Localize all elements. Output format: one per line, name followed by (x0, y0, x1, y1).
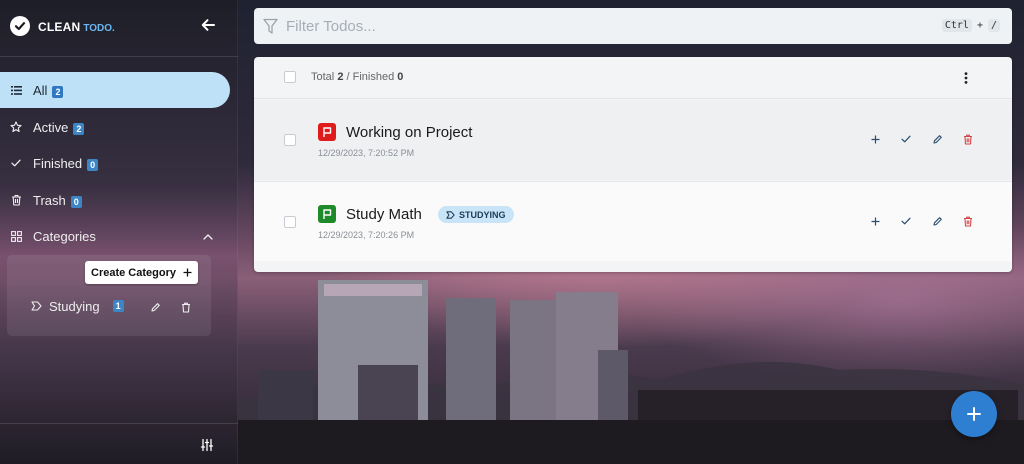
plus-icon (871, 217, 879, 225)
more-options-button[interactable] (959, 69, 973, 87)
count-badge: 2 (52, 85, 64, 98)
count-badge: 0 (87, 158, 99, 171)
add-subtask-button[interactable] (868, 214, 882, 228)
sidebar-item-trash[interactable]: Trash 0 (0, 182, 230, 218)
collapse-sidebar-button[interactable] (199, 16, 217, 34)
todo-checkbox[interactable] (284, 134, 296, 146)
categories-toggle[interactable]: Categories (0, 218, 230, 254)
delete-button[interactable] (961, 132, 975, 146)
todo-item[interactable]: Study Math STUDYING 12/29/2023, 7:20:26 … (254, 181, 1012, 261)
sidebar-item-label: Active (33, 119, 69, 135)
category-tag-label: STUDYING (459, 209, 506, 220)
sidebar-item-label: Finished (33, 155, 83, 171)
star-icon (9, 120, 23, 134)
arrow-left-icon (201, 19, 215, 31)
todo-list-panel: Total 2 / Finished 0 Working on Project … (254, 57, 1012, 272)
edit-category-button[interactable] (148, 300, 162, 314)
filter-bar: Ctrl + / (254, 8, 1012, 44)
brand-accent: TODO. (83, 22, 115, 34)
label-icon (31, 301, 42, 311)
todo-list-header: Total 2 / Finished 0 (254, 57, 1012, 99)
todo-item[interactable]: Working on Project 12/29/2023, 7:20:52 P… (254, 100, 1012, 180)
trash-icon (964, 216, 972, 227)
keyboard-shortcut-hint: Ctrl + / (941, 19, 1000, 32)
todo-stats: Total 2 / Finished 0 (311, 71, 403, 83)
sidebar-item-label: All (33, 82, 48, 98)
sidebar-item-finished[interactable]: Finished 0 (0, 145, 230, 181)
list-icon (9, 83, 23, 97)
filter-icon (263, 18, 278, 34)
trash-icon (182, 302, 190, 313)
category-item-studying[interactable]: Studying 1 (31, 297, 124, 315)
count-badge: 0 (70, 195, 82, 208)
city-skyline-image (238, 280, 1024, 464)
priority-flag-icon (318, 205, 336, 223)
more-vertical-icon (964, 72, 968, 84)
sidebar-item-active[interactable]: Active 2 (0, 109, 230, 145)
shortcut-key: Ctrl (941, 19, 972, 32)
pencil-icon (150, 302, 160, 312)
delete-category-button[interactable] (179, 300, 193, 314)
check-icon (9, 156, 23, 170)
check-icon (901, 217, 911, 225)
plus-icon (967, 407, 981, 421)
todo-date: 12/29/2023, 7:20:26 PM (318, 230, 415, 240)
category-tag[interactable]: STUDYING (438, 206, 514, 223)
edit-button[interactable] (930, 132, 944, 146)
sidebar: CLEAN TODO. All 2 Active 2 Finished 0 Trash 0… (0, 0, 238, 464)
label-icon (446, 210, 455, 219)
pencil-icon (932, 134, 942, 144)
trash-icon (964, 134, 972, 145)
trash-icon (9, 193, 23, 207)
total-label: Total (311, 71, 335, 83)
complete-button[interactable] (899, 214, 913, 228)
categories-label: Categories (33, 228, 96, 244)
settings-button[interactable] (200, 438, 216, 454)
sidebar-divider (0, 56, 238, 57)
add-subtask-button[interactable] (868, 132, 882, 146)
category-actions (148, 300, 193, 314)
shortcut-separator: + (976, 20, 983, 31)
create-category-label: Create Category (91, 266, 176, 279)
todo-actions (868, 132, 975, 146)
plus-icon (183, 268, 192, 277)
sliders-icon (200, 438, 214, 452)
filter-input[interactable] (286, 17, 886, 35)
stats-separator: / (346, 71, 350, 83)
total-count: 2 (337, 71, 344, 83)
create-category-button[interactable]: Create Category (85, 261, 198, 284)
select-all-checkbox[interactable] (284, 71, 296, 83)
check-icon (901, 135, 911, 143)
sidebar-divider (0, 423, 238, 424)
priority-flag-icon (318, 123, 336, 141)
todo-title: Working on Project (346, 124, 473, 141)
count-badge: 1 (112, 300, 124, 312)
pencil-icon (932, 216, 942, 226)
sidebar-item-all[interactable]: All 2 (0, 72, 230, 108)
finished-count: 0 (397, 71, 404, 83)
sidebar-item-label: Trash (33, 192, 66, 208)
chevron-up-icon (203, 229, 213, 244)
todo-title: Study Math (346, 206, 422, 223)
edit-button[interactable] (930, 214, 944, 228)
category-label: Studying (49, 298, 100, 314)
finished-label: Finished (352, 71, 395, 83)
brand-logo[interactable]: CLEAN TODO. (10, 15, 115, 37)
shortcut-key: / (987, 19, 1000, 32)
grid-icon (9, 229, 23, 243)
check-circle-icon (10, 16, 30, 36)
delete-button[interactable] (961, 214, 975, 228)
categories-panel: Create Category Studying 1 (7, 255, 211, 336)
plus-icon (871, 135, 879, 143)
brand-name: CLEAN (38, 19, 81, 34)
todo-checkbox[interactable] (284, 216, 296, 228)
todo-actions (868, 214, 975, 228)
todo-date: 12/29/2023, 7:20:52 PM (318, 148, 415, 158)
complete-button[interactable] (899, 132, 913, 146)
add-todo-button[interactable] (951, 391, 997, 437)
count-badge: 2 (73, 122, 85, 135)
